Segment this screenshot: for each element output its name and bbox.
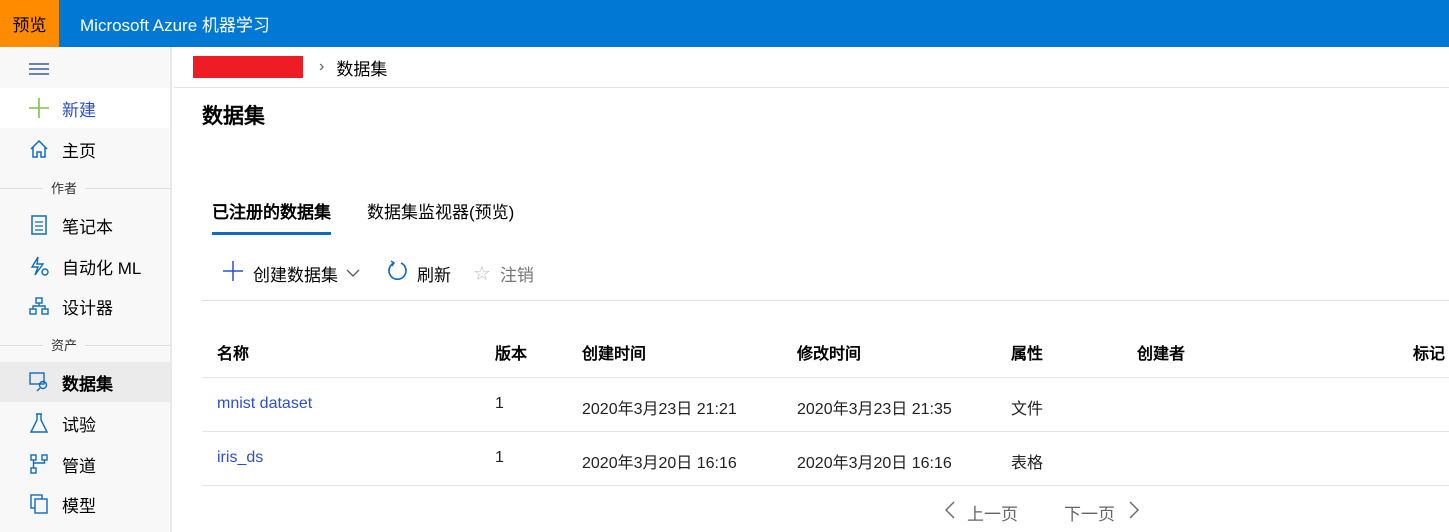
- breadcrumb-current: 数据集: [336, 59, 388, 79]
- home-icon: [27, 140, 51, 158]
- sidebar-item-label: 主页: [62, 141, 96, 161]
- sidebar-item-label: 管道: [62, 456, 96, 476]
- tab-registered-datasets[interactable]: 已注册的数据集: [212, 198, 331, 235]
- version-cell: 1: [495, 395, 504, 412]
- created-cell: 2020年3月23日 21:21: [582, 401, 737, 418]
- sidebar-item-label: 笔记本: [62, 217, 113, 237]
- created-cell: 2020年3月20日 16:16: [582, 455, 737, 472]
- refresh-button[interactable]: 刷新: [387, 258, 451, 288]
- sidebar-item-label: 试验: [62, 415, 96, 435]
- sidebar-item-designer[interactable]: 设计器: [0, 286, 170, 326]
- notebook-icon: [27, 215, 51, 235]
- plus-icon: [27, 98, 51, 118]
- flask-icon: [27, 413, 51, 433]
- previous-page-button[interactable]: 上一页: [945, 500, 1018, 525]
- chevron-right-icon: [1129, 501, 1139, 524]
- sidebar-item-new[interactable]: 新建: [0, 88, 170, 128]
- sidebar-item-label: 模型: [62, 496, 96, 516]
- sidebar-item-notebook[interactable]: 笔记本: [0, 205, 170, 245]
- column-header-created-by[interactable]: 创建者: [1137, 340, 1185, 364]
- column-header-version[interactable]: 版本: [495, 340, 527, 364]
- redacted-workspace-link[interactable]: [193, 56, 303, 78]
- chevron-right-icon: ›: [319, 58, 325, 75]
- chevron-left-icon: [945, 501, 955, 524]
- sidebar-item-automl[interactable]: 自动化 ML: [0, 246, 170, 286]
- designer-icon: [27, 297, 51, 315]
- table-row[interactable]: iris_ds 1 2020年3月20日 16:16 2020年3月20日 16…: [202, 432, 1449, 486]
- top-bar: 预览 Microsoft Azure 机器学习: [0, 0, 1449, 47]
- hamburger-menu-button[interactable]: [0, 49, 170, 89]
- sidebar-item-models[interactable]: 模型: [0, 484, 170, 524]
- column-header-type[interactable]: 属性: [1011, 340, 1043, 364]
- section-assets: 资产: [0, 335, 170, 355]
- sidebar-item-pipelines[interactable]: 管道: [0, 444, 170, 484]
- pipeline-icon: [27, 454, 51, 474]
- modified-cell: 2020年3月23日 21:35: [797, 401, 952, 418]
- refresh-icon: [387, 260, 408, 286]
- dataset-name-link[interactable]: iris_ds: [217, 449, 263, 467]
- dataset-name-link[interactable]: mnist dataset: [217, 395, 312, 413]
- column-header-tags[interactable]: 标记: [1413, 340, 1445, 364]
- models-icon: [27, 494, 51, 514]
- next-page-button[interactable]: 下一页: [1064, 500, 1139, 525]
- column-header-name[interactable]: 名称: [217, 340, 249, 364]
- table-row[interactable]: mnist dataset 1 2020年3月23日 21:21 2020年3月…: [202, 378, 1449, 432]
- create-dataset-button[interactable]: 创建数据集: [223, 258, 360, 288]
- automl-icon: [27, 256, 51, 276]
- sidebar-item-label: 新建: [62, 100, 96, 120]
- column-header-created[interactable]: 创建时间: [582, 340, 646, 364]
- sidebar: 新建 主页 作者 笔记本 自动化 ML 设计器 资产 数据集 试验 管道 模型: [0, 47, 172, 532]
- page-title: 数据集: [202, 105, 265, 128]
- sidebar-item-experiments[interactable]: 试验: [0, 403, 170, 443]
- divider: [202, 300, 1449, 301]
- app-title[interactable]: Microsoft Azure 机器学习: [80, 11, 270, 36]
- type-cell: 文件: [1011, 401, 1044, 418]
- sidebar-item-label: 设计器: [62, 298, 113, 318]
- tab-dataset-monitors[interactable]: 数据集监视器(预览): [367, 198, 514, 223]
- modified-cell: 2020年3月20日 16:16: [797, 455, 952, 472]
- breadcrumb: › 数据集: [174, 47, 1449, 88]
- type-cell: 表格: [1011, 455, 1044, 472]
- unregister-button[interactable]: ☆ 注销: [473, 258, 534, 288]
- plus-icon: [223, 260, 243, 286]
- version-cell: 1: [495, 449, 504, 466]
- dataset-icon: [27, 372, 51, 392]
- sidebar-item-home[interactable]: 主页: [0, 129, 170, 169]
- sidebar-item-label: 数据集: [62, 374, 113, 394]
- chevron-down-icon: [346, 263, 360, 283]
- hamburger-icon: [27, 62, 51, 76]
- column-header-modified[interactable]: 修改时间: [797, 340, 861, 364]
- section-author: 作者: [0, 178, 170, 198]
- preview-badge: 预览: [0, 0, 59, 47]
- sidebar-item-datasets[interactable]: 数据集: [0, 362, 170, 402]
- sidebar-item-label: 自动化 ML: [62, 258, 142, 278]
- star-icon: ☆: [473, 262, 491, 285]
